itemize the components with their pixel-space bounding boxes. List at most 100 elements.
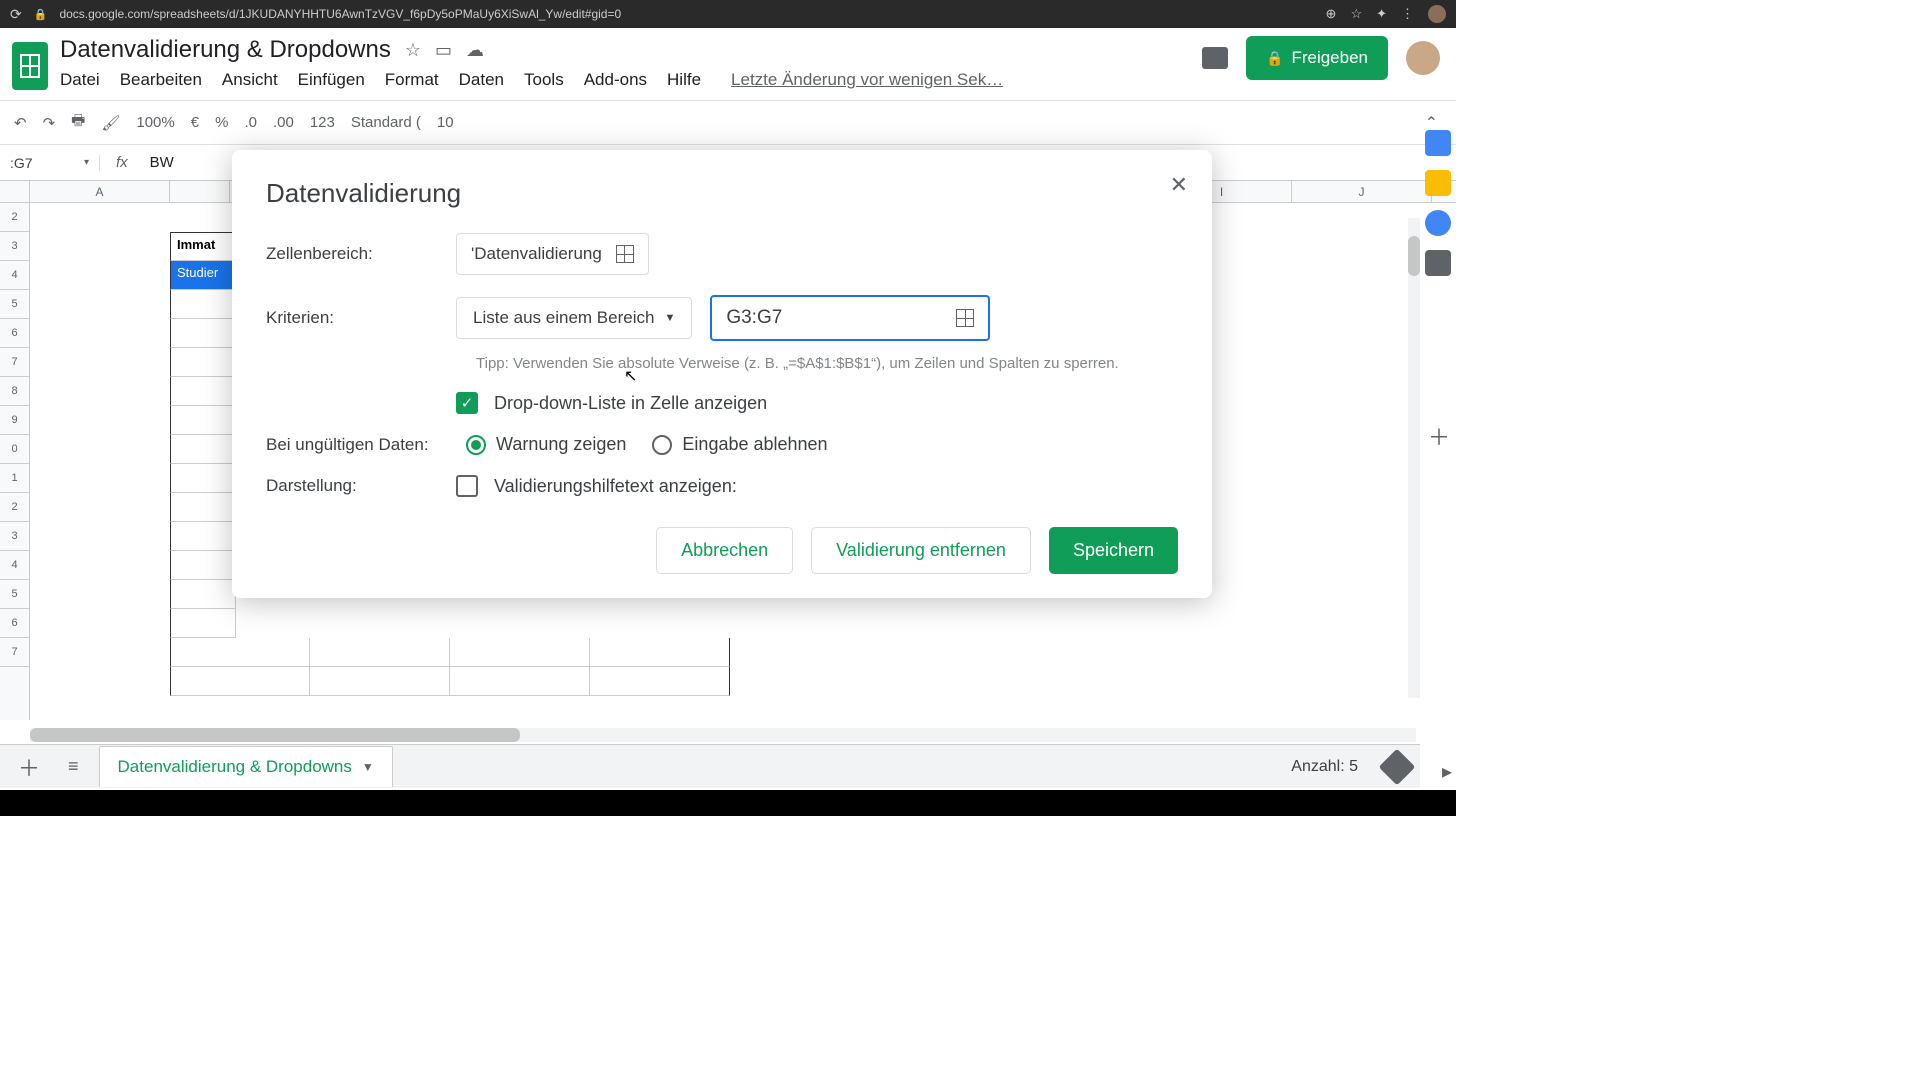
- comments-icon[interactable]: [1202, 47, 1228, 69]
- star-doc-icon[interactable]: ☆: [405, 40, 421, 61]
- row-header[interactable]: 3: [0, 232, 29, 261]
- sheets-logo-icon[interactable]: [12, 42, 48, 90]
- cell[interactable]: [170, 551, 236, 580]
- row-header[interactable]: 7: [0, 348, 29, 377]
- menu-addons[interactable]: Add-ons: [584, 70, 647, 90]
- menu-help[interactable]: Hilfe: [667, 70, 701, 90]
- move-folder-icon[interactable]: ▭: [435, 40, 452, 61]
- reload-icon[interactable]: ⟳: [10, 6, 22, 23]
- selection-count[interactable]: Anzahl: 5: [1291, 758, 1358, 776]
- row-header[interactable]: 8: [0, 377, 29, 406]
- menu-insert[interactable]: Einfügen: [298, 70, 365, 90]
- font-size[interactable]: 10: [437, 114, 454, 131]
- criteria-range-field[interactable]: [726, 307, 926, 329]
- paint-format-icon[interactable]: 🖌: [101, 114, 120, 132]
- row-header[interactable]: 6: [0, 319, 29, 348]
- row-header[interactable]: 5: [0, 580, 29, 609]
- currency-format[interactable]: €: [191, 114, 199, 131]
- document-title[interactable]: Datenvalidierung & Dropdowns: [60, 36, 391, 64]
- cell[interactable]: [590, 667, 730, 696]
- grid-picker-icon[interactable]: [616, 245, 634, 263]
- menu-data[interactable]: Daten: [459, 70, 504, 90]
- cell[interactable]: [170, 493, 236, 522]
- save-button[interactable]: Speichern: [1049, 527, 1178, 574]
- menu-edit[interactable]: Bearbeiten: [120, 70, 202, 90]
- remove-validation-button[interactable]: Validierung entfernen: [811, 527, 1031, 574]
- cancel-button[interactable]: Abbrechen: [656, 527, 793, 574]
- horizontal-scrollbar[interactable]: [30, 728, 1416, 742]
- row-header[interactable]: 0: [0, 435, 29, 464]
- radio-reject[interactable]: [652, 435, 672, 455]
- cell[interactable]: [170, 348, 236, 377]
- font-select[interactable]: Standard (: [351, 114, 421, 131]
- redo-icon[interactable]: ↷: [43, 114, 56, 132]
- row-header[interactable]: 4: [0, 261, 29, 290]
- menu-view[interactable]: Ansicht: [222, 70, 278, 90]
- cell[interactable]: [170, 638, 310, 667]
- row-header[interactable]: 1: [0, 464, 29, 493]
- show-help-checkbox[interactable]: [456, 475, 478, 497]
- cell[interactable]: [170, 667, 310, 696]
- add-sheet-button[interactable]: ＋: [10, 751, 48, 783]
- menu-dots-icon[interactable]: ⋮: [1401, 6, 1414, 22]
- cell[interactable]: [170, 522, 236, 551]
- vertical-scrollbar[interactable]: [1408, 218, 1420, 698]
- zoom-icon[interactable]: ⊕: [1326, 6, 1337, 22]
- more-formats[interactable]: 123: [310, 114, 335, 131]
- cell[interactable]: [450, 638, 590, 667]
- user-avatar[interactable]: [1406, 41, 1440, 75]
- name-box[interactable]: :G7 ▾: [0, 155, 100, 171]
- fx-value[interactable]: BW: [144, 154, 174, 171]
- share-button[interactable]: 🔒 Freigeben: [1246, 36, 1388, 80]
- undo-icon[interactable]: ↶: [14, 114, 27, 132]
- cell[interactable]: [170, 464, 236, 493]
- row-header[interactable]: 5: [0, 290, 29, 319]
- cell[interactable]: [590, 638, 730, 667]
- contacts-chip-icon[interactable]: [1425, 250, 1451, 276]
- sheet-tab[interactable]: Datenvalidierung & Dropdowns ▼: [99, 746, 393, 787]
- cell[interactable]: [170, 609, 236, 638]
- cell[interactable]: [450, 667, 590, 696]
- increase-decimal[interactable]: .00: [273, 114, 294, 131]
- menu-format[interactable]: Format: [385, 70, 439, 90]
- url-bar[interactable]: docs.google.com/spreadsheets/d/1JKUDANYH…: [59, 7, 1313, 21]
- browser-avatar[interactable]: [1428, 5, 1446, 23]
- last-edit-link[interactable]: Letzte Änderung vor wenigen Sek…: [731, 70, 1003, 90]
- cell[interactable]: [170, 290, 236, 319]
- star-icon[interactable]: ☆: [1350, 6, 1362, 22]
- show-dropdown-checkbox[interactable]: ✓: [456, 392, 478, 414]
- row-header[interactable]: 6: [0, 609, 29, 638]
- criteria-range-input[interactable]: [710, 295, 990, 341]
- row-header[interactable]: 2: [0, 203, 29, 232]
- criteria-dropdown[interactable]: Liste aus einem Bereich ▼: [456, 297, 692, 339]
- percent-format[interactable]: %: [215, 114, 228, 131]
- menu-file[interactable]: Datei: [60, 70, 100, 90]
- cell[interactable]: [310, 638, 450, 667]
- row-header[interactable]: 4: [0, 551, 29, 580]
- calendar-chip-icon[interactable]: [1425, 130, 1451, 156]
- keep-chip-icon[interactable]: [1425, 170, 1451, 196]
- cell[interactable]: [170, 406, 236, 435]
- add-side-panel-icon[interactable]: ＋: [1428, 420, 1450, 452]
- cell-selected[interactable]: Studier: [170, 261, 236, 290]
- lock-icon[interactable]: 🔒: [34, 8, 48, 21]
- row-header[interactable]: 9: [0, 406, 29, 435]
- radio-warn[interactable]: [466, 435, 486, 455]
- cell[interactable]: [170, 435, 236, 464]
- tab-scroll-right-icon[interactable]: ▸: [1442, 759, 1452, 784]
- zoom-select[interactable]: 100%: [136, 114, 174, 131]
- chevron-down-icon[interactable]: ▼: [362, 760, 374, 774]
- cell[interactable]: [170, 580, 236, 609]
- cell[interactable]: [170, 377, 236, 406]
- cell[interactable]: [170, 319, 236, 348]
- cell[interactable]: [310, 667, 450, 696]
- cell-range-input[interactable]: 'Datenvalidierung: [456, 233, 649, 275]
- tasks-chip-icon[interactable]: [1425, 210, 1451, 236]
- extensions-icon[interactable]: ✦: [1376, 6, 1387, 22]
- explore-icon[interactable]: [1379, 748, 1416, 785]
- col-header[interactable]: J: [1292, 181, 1432, 203]
- cell-heading[interactable]: Immat: [170, 232, 236, 261]
- grid-picker-icon[interactable]: [956, 309, 974, 327]
- all-sheets-button[interactable]: ≡: [60, 756, 87, 777]
- menu-tools[interactable]: Tools: [524, 70, 564, 90]
